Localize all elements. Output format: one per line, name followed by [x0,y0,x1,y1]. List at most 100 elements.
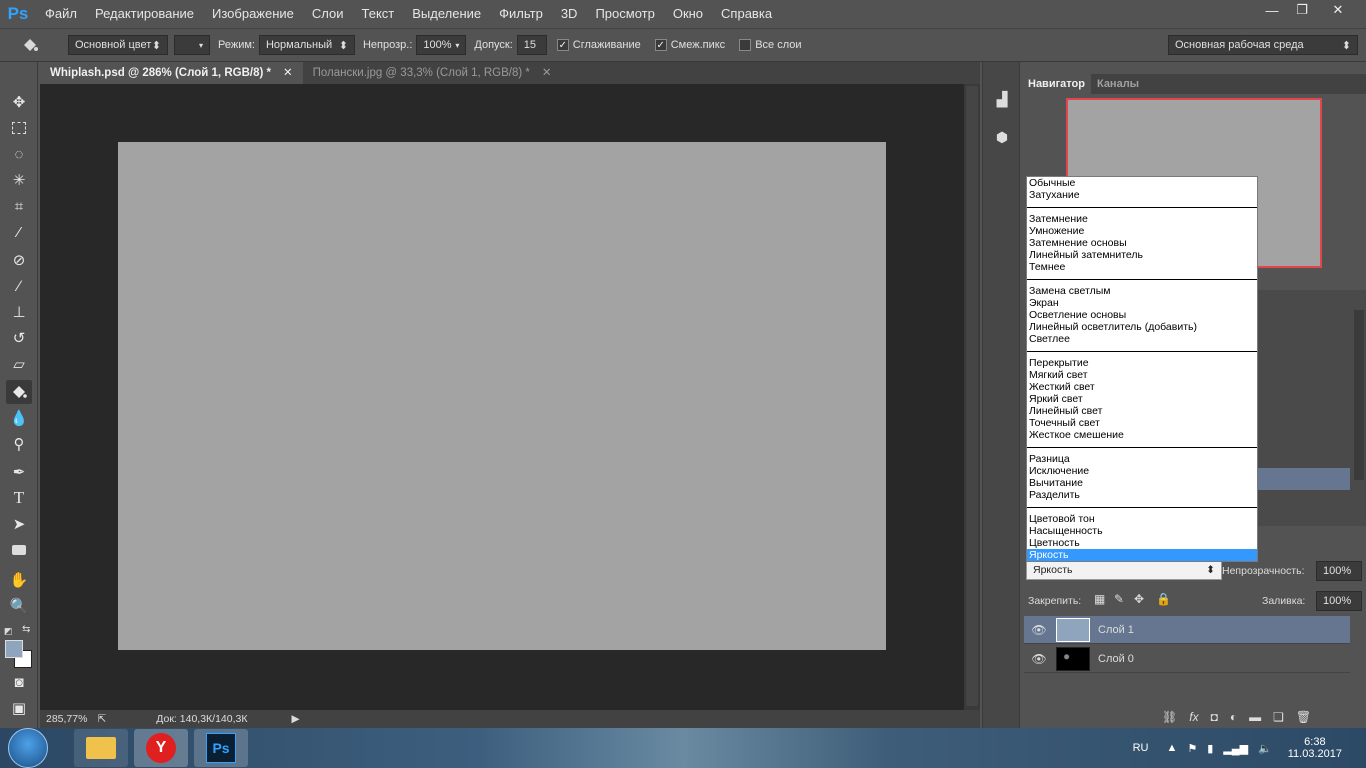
clone-stamp-tool-icon[interactable]: ⊥ [6,300,32,324]
blend-mode-option[interactable]: Линейный затемнитель [1027,249,1257,261]
lock-pixels-icon[interactable]: ✎ [1114,592,1124,606]
history-state-selected[interactable] [1258,468,1350,490]
document-canvas[interactable] [118,142,886,650]
blend-mode-option[interactable]: Линейный свет [1027,405,1257,417]
swap-colors-icon[interactable]: ⇆ [22,624,30,635]
histogram-icon[interactable]: ▟ [991,88,1013,110]
lasso-tool-icon[interactable]: ◌ [6,142,32,166]
blend-mode-option[interactable]: Точечный свет [1027,417,1257,429]
default-colors-icon[interactable]: ◩ [4,626,13,637]
trash-icon[interactable]: 🗑 [1296,710,1311,724]
zoom-level[interactable]: 285,77% [46,713,87,725]
menu-image[interactable]: Изображение [203,0,303,28]
magic-wand-tool-icon[interactable]: ✳ [6,168,32,192]
lock-transparency-icon[interactable]: ▦ [1094,592,1105,606]
hand-tool-icon[interactable]: ✋ [6,568,32,592]
fill-input[interactable]: 100% [1316,591,1362,611]
layer-opacity-input[interactable]: 100% [1316,561,1362,581]
blend-mode-option[interactable]: Цветовой тон [1027,513,1257,525]
language-indicator[interactable]: RU [1133,742,1149,754]
explorer-icon[interactable] [74,729,128,767]
path-selection-tool-icon[interactable]: ➤ [6,512,32,536]
history-brush-tool-icon[interactable]: ↺ [6,326,32,350]
layer-row[interactable]: 👁 Слой 1 [1024,616,1350,644]
action-center-flag-icon[interactable]: ⚑ [1187,742,1197,755]
paint-bucket-preset-icon[interactable] [18,33,42,57]
foreground-color-swatch[interactable] [5,640,23,658]
blend-mode-option[interactable]: Обычные [1027,177,1257,189]
restore-button[interactable]: ❐ [1288,0,1316,20]
healing-brush-tool-icon[interactable]: ⊘ [6,248,32,272]
blend-mode-option[interactable]: Экран [1027,297,1257,309]
workspace-select[interactable]: Основная рабочая среда ⬍ [1168,35,1358,55]
eraser-tool-icon[interactable]: ▱ [6,352,32,376]
zoom-tool-icon[interactable]: 🔍 [6,594,32,618]
blend-mode-option[interactable]: Замена светлым [1027,285,1257,297]
new-layer-icon[interactable]: ❏ [1273,710,1284,724]
scrollbar-thumb[interactable] [966,86,978,706]
blend-mode-option[interactable]: Линейный осветлитель (добавить) [1027,321,1257,333]
share-icon[interactable]: ⇱ [97,713,106,725]
antialias-checkbox[interactable]: ✓ [556,39,569,51]
close-icon[interactable]: ✕ [542,62,552,84]
brush-tool-icon[interactable]: ∕ [6,274,32,298]
blend-mode-option[interactable]: Жесткое смешение [1027,429,1257,441]
blend-mode-option[interactable]: Мягкий свет [1027,369,1257,381]
menu-help[interactable]: Справка [712,0,781,28]
blend-mode-option[interactable]: Вычитание [1027,477,1257,489]
history-scrollbar[interactable] [1354,310,1364,480]
blend-mode-option[interactable]: Жесткий свет [1027,381,1257,393]
yandex-browser-icon[interactable]: Y [134,729,188,767]
paint-bucket-tool-icon[interactable] [6,380,32,404]
minimize-button[interactable]: — [1258,0,1286,20]
contiguous-checkbox[interactable]: ✓ [654,39,667,51]
screen-mode-icon[interactable]: ▣ [6,696,32,720]
volume-icon[interactable]: 🔈 [1258,742,1272,755]
move-tool-icon[interactable]: ✥ [6,90,32,114]
blend-mode-option[interactable]: Яркий свет [1027,393,1257,405]
blend-mode-option[interactable]: Яркость [1027,549,1257,561]
menu-window[interactable]: Окно [664,0,712,28]
blend-mode-option[interactable]: Затухание [1027,189,1257,201]
tab-navigator[interactable]: Навигатор [1022,74,1091,94]
menu-select[interactable]: Выделение [403,0,490,28]
marquee-tool-icon[interactable] [6,116,32,140]
all-layers-checkbox[interactable] [739,39,752,51]
rectangle-tool-icon[interactable] [6,538,32,562]
menu-file[interactable]: Файл [36,0,86,28]
mode-select[interactable]: Нормальный ⬍ [258,35,355,55]
blend-mode-option[interactable]: Разделить [1027,489,1257,501]
blend-mode-option[interactable]: Умножение [1027,225,1257,237]
eye-icon[interactable]: 👁 [1024,652,1054,666]
close-icon[interactable]: ✕ [283,62,293,84]
tab-polanski[interactable]: Полански.jpg @ 33,3% (Слой 1, RGB/8) * ✕ [303,62,562,84]
blend-mode-option[interactable]: Перекрытие [1027,357,1257,369]
lock-position-icon[interactable]: ✥ [1134,592,1144,606]
play-arrow-icon[interactable]: ▶ [291,713,299,725]
menu-layers[interactable]: Слои [303,0,353,28]
canvas-area[interactable] [40,84,964,710]
tolerance-input[interactable]: 15 [516,35,547,55]
fill-source-select[interactable]: Основной цвет ⬍ [68,35,168,55]
close-button[interactable]: ✕ [1318,0,1358,20]
opacity-input[interactable]: 100% ▾ [416,35,467,55]
crop-tool-icon[interactable]: ⌗ [6,194,32,218]
menu-text[interactable]: Текст [353,0,404,28]
blend-mode-option[interactable]: Исключение [1027,465,1257,477]
lock-all-icon[interactable]: 🔒 [1156,592,1171,606]
blend-mode-option[interactable]: Цветность [1027,537,1257,549]
blend-mode-option[interactable]: Насыщенность [1027,525,1257,537]
blend-mode-option[interactable]: Осветление основы [1027,309,1257,321]
blur-tool-icon[interactable]: 💧 [6,406,32,430]
blend-mode-option[interactable]: Затемнение основы [1027,237,1257,249]
fx-icon[interactable]: fx [1189,710,1198,724]
folder-icon[interactable]: ▬ [1249,710,1261,724]
eyedropper-tool-icon[interactable]: ⁄ [6,220,32,244]
blend-mode-option[interactable]: Разница [1027,453,1257,465]
start-button[interactable] [8,728,48,768]
menu-edit[interactable]: Редактирование [86,0,203,28]
dodge-tool-icon[interactable]: ⚲ [6,432,32,456]
clock[interactable]: 6:38 11.03.2017 [1288,736,1342,760]
tab-whiplash[interactable]: Whiplash.psd @ 286% (Слой 1, RGB/8) * ✕ [40,62,303,84]
link-icon[interactable]: ⛓ [1162,710,1177,724]
